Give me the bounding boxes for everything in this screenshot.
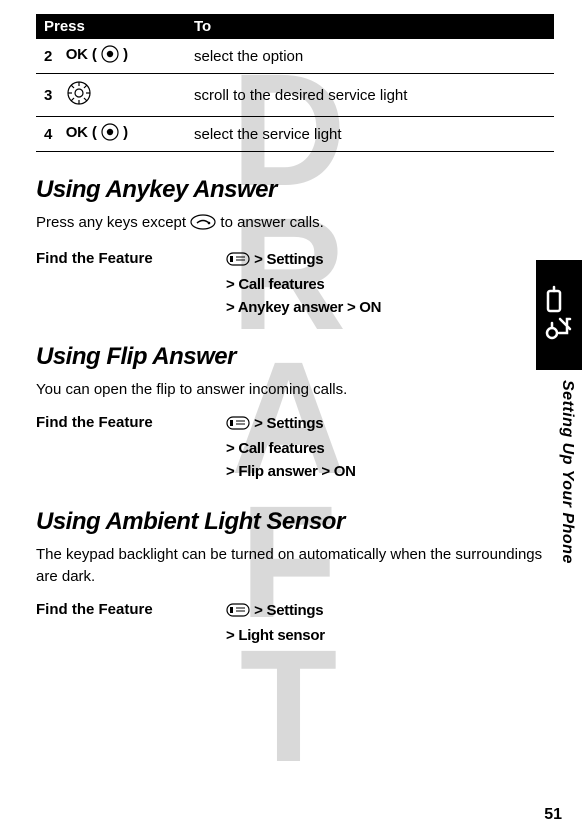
path-line: > Anykey answer > ON xyxy=(226,299,381,316)
menu-path: > Settings > Call features > Flip answer… xyxy=(226,412,356,484)
path-line: > Call features xyxy=(226,276,324,293)
menu-key-icon xyxy=(226,250,250,273)
table-row: 2 OK ( ) select the option xyxy=(36,39,554,74)
center-key-icon xyxy=(101,45,119,67)
scroll-wheel-icon xyxy=(66,80,92,110)
path-line: > Settings xyxy=(254,415,323,432)
ok-label: OK xyxy=(66,124,88,141)
path-line: > Call features xyxy=(226,440,324,457)
paren-open: ( xyxy=(92,46,97,63)
side-running-head: Setting Up Your Phone xyxy=(558,380,576,640)
heading-ambient: Using Ambient Light Sensor xyxy=(36,508,554,536)
path-line: > Flip answer > ON xyxy=(226,463,356,480)
paren-close: ) xyxy=(123,46,128,63)
heading-anykey: Using Anykey Answer xyxy=(36,176,554,204)
to-cell: scroll to the desired service light xyxy=(186,74,554,117)
table-row: 4 OK ( ) select the service light xyxy=(36,117,554,152)
press-cell xyxy=(58,74,186,117)
body-text: The keypad backlight can be turned on au… xyxy=(36,546,542,586)
side-tab-icon xyxy=(536,260,582,370)
press-cell: OK ( ) xyxy=(58,117,186,152)
body-anykey: Press any keys except to answer calls. xyxy=(36,212,554,238)
menu-key-icon xyxy=(226,601,250,624)
table-row: 3 xyxy=(36,74,554,117)
body-text: to answer calls. xyxy=(220,214,323,231)
step-number: 2 xyxy=(36,39,58,74)
col-to: To xyxy=(186,14,554,39)
step-number: 4 xyxy=(36,117,58,152)
menu-key-icon xyxy=(226,414,250,437)
body-text: Press any keys except xyxy=(36,214,190,231)
ok-label: OK xyxy=(66,46,88,63)
body-text: You can open the flip to answer incoming… xyxy=(36,381,347,398)
path-line: > Settings xyxy=(254,602,323,619)
page-number: 51 xyxy=(544,806,562,824)
find-feature-label: Find the Feature xyxy=(36,248,226,267)
step-number: 3 xyxy=(36,74,58,117)
find-feature-label: Find the Feature xyxy=(36,412,226,431)
to-cell: select the service light xyxy=(186,117,554,152)
find-feature-row: Find the Feature > Settings > Call featu… xyxy=(36,412,554,484)
path-line: > Settings xyxy=(254,251,323,268)
steps-table: Press To 2 OK ( ) select the option 3 xyxy=(36,14,554,152)
paren-close: ) xyxy=(123,124,128,141)
paren-open: ( xyxy=(92,124,97,141)
end-key-icon xyxy=(190,214,216,238)
body-ambient: The keypad backlight can be turned on au… xyxy=(36,544,554,589)
find-feature-row: Find the Feature > Settings > Light sens… xyxy=(36,599,554,648)
find-feature-label: Find the Feature xyxy=(36,599,226,618)
find-feature-row: Find the Feature > Settings > Call featu… xyxy=(36,248,554,320)
to-cell: select the option xyxy=(186,39,554,74)
col-press: Press xyxy=(36,14,186,39)
menu-path: > Settings > Light sensor xyxy=(226,599,325,648)
body-flip: You can open the flip to answer incoming… xyxy=(36,379,554,402)
path-line: > Light sensor xyxy=(226,627,325,644)
press-cell: OK ( ) xyxy=(58,39,186,74)
heading-flip: Using Flip Answer xyxy=(36,343,554,371)
menu-path: > Settings > Call features > Anykey answ… xyxy=(226,248,381,320)
center-key-icon xyxy=(101,123,119,145)
